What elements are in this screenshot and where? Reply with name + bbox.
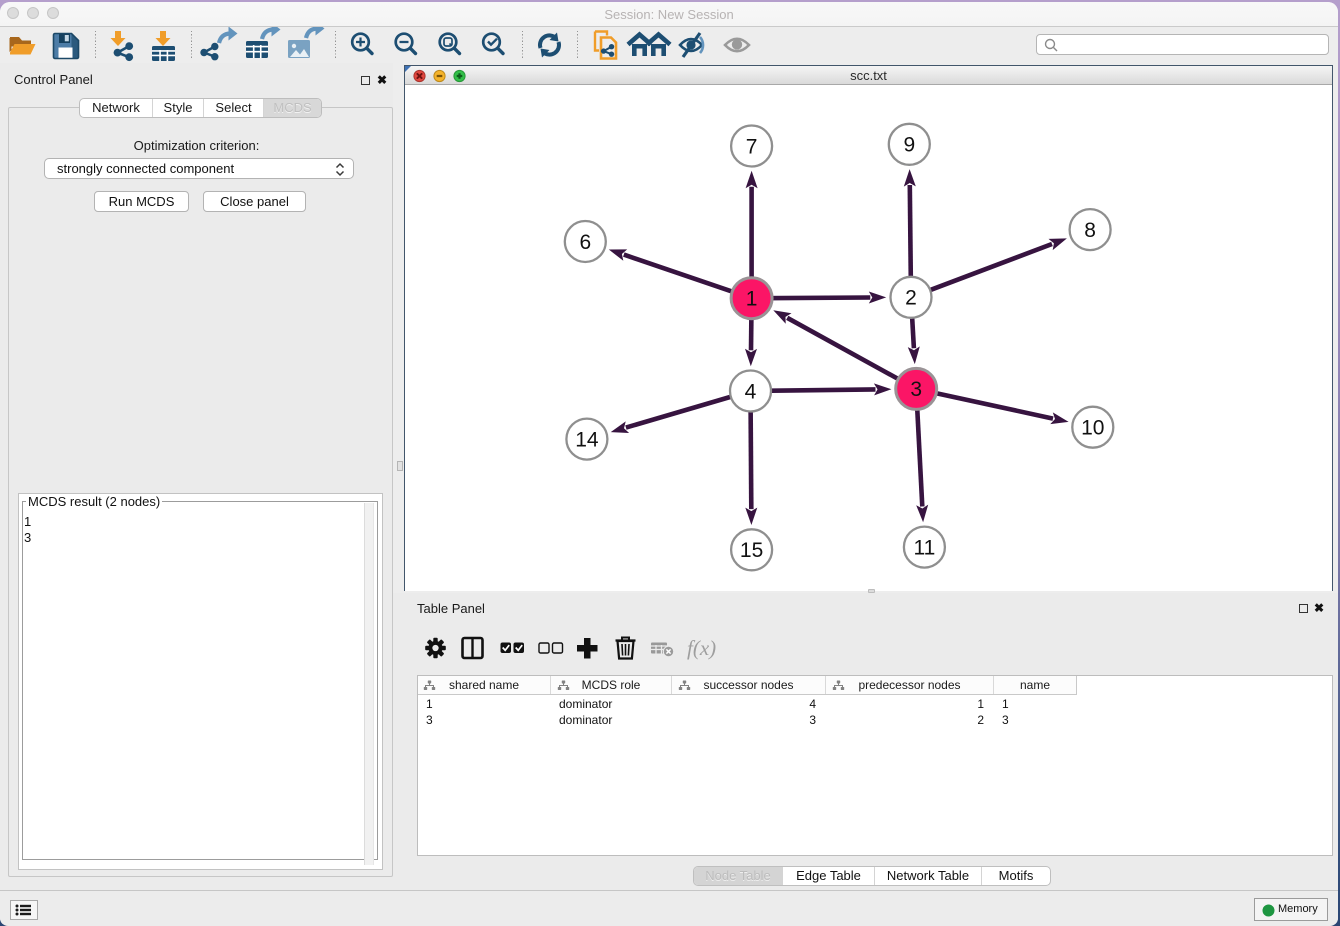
svg-text:4: 4 (745, 380, 757, 403)
svg-text:11: 11 (913, 536, 935, 559)
svg-text:8: 8 (1084, 219, 1096, 242)
svg-text:9: 9 (903, 134, 915, 157)
svg-text:3: 3 (910, 378, 922, 401)
svg-text:2: 2 (905, 287, 917, 310)
svg-text:7: 7 (746, 135, 758, 158)
svg-text:10: 10 (1081, 417, 1104, 440)
svg-text:1: 1 (746, 288, 758, 311)
svg-text:f(x): f(x) (687, 636, 716, 660)
svg-text:15: 15 (740, 539, 763, 562)
svg-text:14: 14 (575, 428, 599, 451)
svg-text:6: 6 (579, 231, 591, 254)
